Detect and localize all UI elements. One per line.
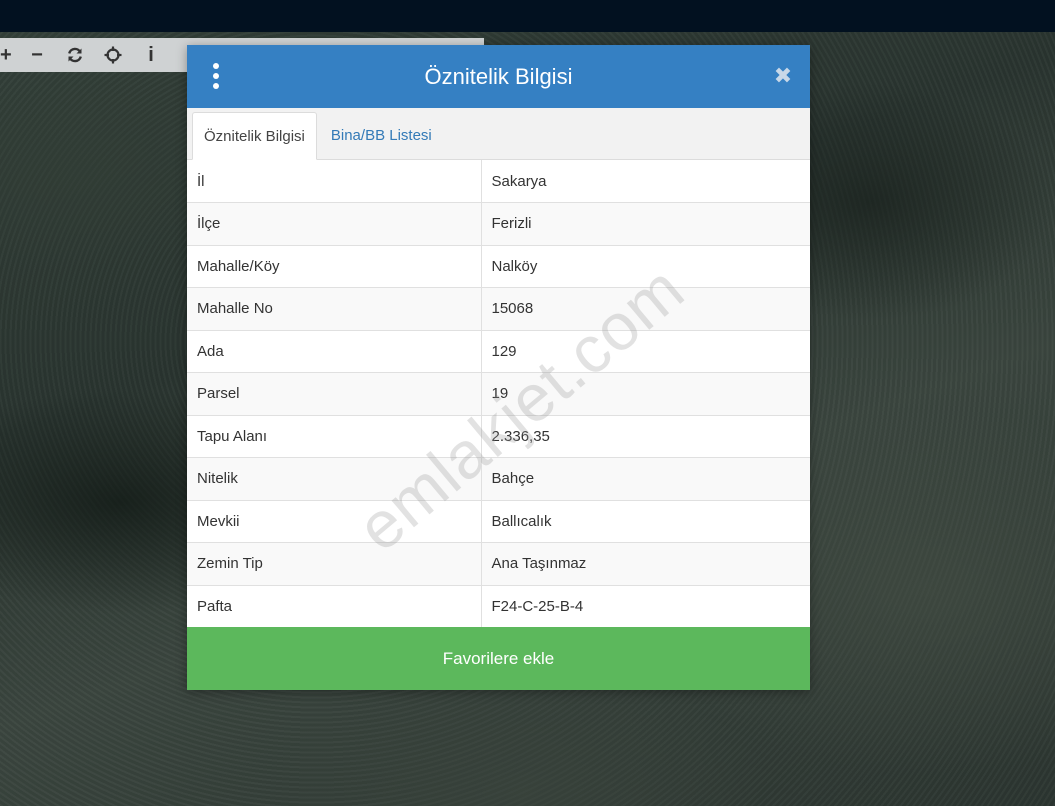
row-key: Parsel (187, 372, 482, 415)
table-row: Ada 129 (187, 329, 810, 373)
row-value: Ferizli (481, 202, 810, 245)
row-value: F24-C-25-B-4 (481, 584, 810, 628)
row-key: İl (187, 160, 482, 203)
table-row: Tapu Alanı 2.336,35 (187, 414, 810, 458)
row-value: 2.336,35 (481, 414, 810, 458)
row-key: İlçe (187, 202, 482, 245)
tab-building-list[interactable]: Bina/BB Listesi (317, 111, 443, 159)
table-row: Zemin Tip Ana Taşınmaz (187, 542, 810, 585)
row-value: Bahçe (481, 457, 810, 500)
tab-bar: Öznitelik Bilgisi Bina/BB Listesi (187, 108, 810, 160)
row-value: 15068 (481, 287, 810, 330)
modal-title: Öznitelik Bilgisi (424, 63, 573, 89)
more-options-icon[interactable] (209, 63, 223, 89)
row-key: Tapu Alanı (187, 414, 482, 458)
table-row: Parsel 19 (187, 372, 810, 415)
attribute-info-modal: Öznitelik Bilgisi ✖ Öznitelik Bilgisi Bi… (187, 45, 810, 690)
row-value: Ballıcalık (481, 499, 810, 543)
add-to-favorites-button[interactable]: Favorilere ekle (187, 627, 810, 690)
table-row: Mahalle No 15068 (187, 287, 810, 330)
table-row: Nitelik Bahçe (187, 457, 810, 500)
zoom-out-icon[interactable]: − (18, 38, 56, 72)
row-value: Nalköy (481, 244, 810, 288)
attribute-table: İl Sakarya İlçe Ferizli Mahalle/Köy Nalk… (187, 160, 810, 628)
top-bar (0, 0, 1055, 32)
table-row: Pafta F24-C-25-B-4 (187, 584, 810, 628)
row-key: Nitelik (187, 457, 482, 500)
row-key: Mahalle/Köy (187, 244, 482, 288)
row-key: Mevkii (187, 499, 482, 543)
row-key: Pafta (187, 584, 482, 628)
row-value: 19 (481, 372, 810, 415)
row-value: 129 (481, 329, 810, 373)
table-row: İlçe Ferizli (187, 202, 810, 245)
row-key: Zemin Tip (187, 542, 482, 585)
row-key: Ada (187, 329, 482, 373)
locate-icon[interactable] (94, 38, 132, 72)
row-key: Mahalle No (187, 287, 482, 330)
refresh-icon[interactable] (56, 38, 94, 72)
table-row: Mahalle/Köy Nalköy (187, 244, 810, 288)
zoom-in-icon[interactable]: + (0, 38, 18, 72)
row-value: Sakarya (491, 172, 547, 190)
table-row: İl Sakarya (187, 160, 810, 203)
close-icon[interactable]: ✖ (772, 63, 794, 89)
tab-attribute-info[interactable]: Öznitelik Bilgisi (192, 112, 317, 160)
table-row: Mevkii Ballıcalık (187, 499, 810, 543)
modal-header: Öznitelik Bilgisi ✖ (187, 45, 810, 108)
info-icon[interactable]: i (132, 38, 170, 72)
row-value: Ana Taşınmaz (481, 542, 810, 585)
